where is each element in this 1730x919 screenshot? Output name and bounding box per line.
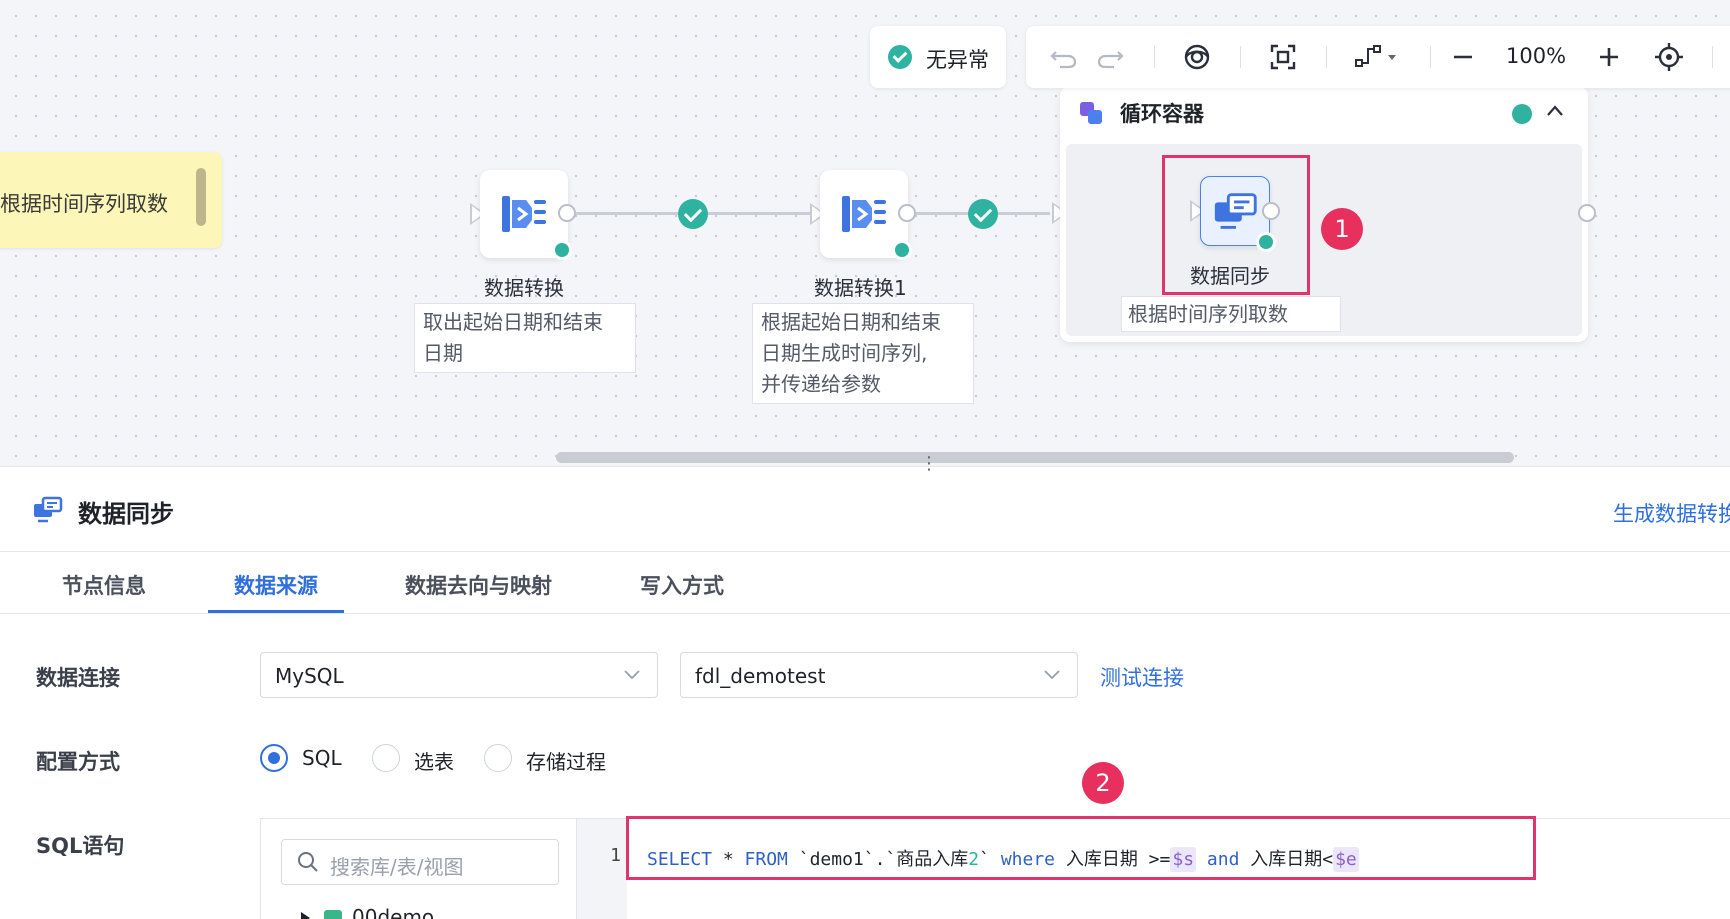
- toolbar-divider: [1430, 46, 1431, 68]
- tab-write-mode[interactable]: 写入方式: [640, 570, 724, 600]
- sticky-note-handle[interactable]: [196, 168, 206, 226]
- node-status-dot: [892, 240, 912, 260]
- canvas-horizontal-scrollbar[interactable]: [556, 452, 1514, 463]
- canvas-toolbar: 100%: [1026, 26, 1730, 88]
- sticky-note[interactable]: 根据时间序列取数: [0, 152, 222, 248]
- node-description-line: 日期: [423, 341, 463, 365]
- node-description: 取出起始日期和结束 日期: [414, 303, 636, 373]
- test-connection-link[interactable]: 测试连接: [1100, 662, 1184, 692]
- radio-stored-procedure-label[interactable]: 存储过程: [526, 746, 606, 775]
- highlight-box-sql: [626, 816, 1536, 880]
- edge-success-icon: [968, 199, 998, 229]
- toolbar-divider: [1154, 46, 1155, 68]
- output-port[interactable]: [898, 204, 916, 222]
- node-description-line: 取出起始日期和结束: [423, 310, 603, 334]
- tab-data-source[interactable]: 数据来源: [234, 570, 318, 600]
- db-type-value: MySQL: [275, 664, 344, 688]
- line-number: 1: [610, 845, 621, 866]
- editor-gutter: 1: [577, 819, 627, 919]
- loop-container-icon: [1080, 102, 1102, 124]
- data-transform-icon: [842, 196, 886, 232]
- output-port[interactable]: [558, 204, 576, 222]
- db-tree-pane: 搜索库/表/视图 00demo: [260, 818, 576, 919]
- redo-icon[interactable]: [1094, 40, 1128, 74]
- loop-container-title: 循环容器: [1120, 102, 1204, 126]
- tree-item-label: 00demo: [352, 905, 435, 919]
- chevron-up-icon[interactable]: [1546, 102, 1564, 120]
- radio-select-table-label[interactable]: 选表: [414, 746, 454, 775]
- tab-node-info[interactable]: 节点信息: [62, 570, 146, 600]
- node-name: 数据转换: [484, 276, 564, 300]
- data-connection-label: 数据连接: [36, 666, 120, 690]
- active-tab-indicator: [208, 610, 344, 613]
- splitter-grip-icon[interactable]: ⋮: [920, 455, 939, 473]
- chevron-down-icon: [1044, 670, 1060, 680]
- check-circle-icon: [888, 45, 912, 69]
- caret-right-icon[interactable]: [301, 912, 310, 919]
- panel-title: 数据同步: [78, 500, 174, 528]
- chevron-down-icon: [624, 670, 640, 680]
- zoom-level: 100%: [1506, 44, 1567, 68]
- tree-item-database[interactable]: 00demo: [301, 905, 434, 919]
- sticky-note-text: 根据时间序列取数: [0, 192, 168, 216]
- fit-view-icon[interactable]: [1266, 40, 1300, 74]
- loop-container[interactable]: 循环容器 数据同步 根据时间序列取数: [1060, 86, 1596, 342]
- step-badge: 2: [1082, 762, 1124, 804]
- loop-output-port[interactable]: [1578, 204, 1596, 222]
- zoom-out-icon[interactable]: [1446, 40, 1480, 74]
- search-icon: [298, 852, 318, 872]
- connector-style-icon[interactable]: [1352, 40, 1402, 74]
- data-sync-icon: [34, 496, 63, 523]
- radio-sql-label[interactable]: SQL: [302, 746, 342, 770]
- radio-select-table[interactable]: [372, 744, 400, 772]
- database-select[interactable]: fdl_demotest: [680, 652, 1078, 698]
- node-status-dot: [552, 240, 572, 260]
- radio-stored-procedure[interactable]: [484, 744, 512, 772]
- database-icon: [324, 910, 342, 919]
- radio-sql[interactable]: [260, 744, 288, 772]
- node-description-line: 日期生成时间序列,: [761, 341, 928, 365]
- loop-status-dot: [1512, 104, 1532, 124]
- flow-canvas[interactable]: 根据时间序列取数 数据转换 取出起始日期和结束 日期 数据转换1 根据起始日期和…: [0, 0, 1730, 466]
- panel-splitter[interactable]: [0, 466, 1730, 467]
- panel-tabs: 节点信息 数据来源 数据去向与映射 写入方式: [0, 552, 1730, 614]
- node-description: 根据时间序列取数: [1121, 296, 1341, 332]
- validation-status[interactable]: 无异常: [870, 26, 1006, 88]
- node-name: 数据转换1: [814, 276, 907, 300]
- edge-success-icon: [678, 199, 708, 229]
- tab-data-target-mapping[interactable]: 数据去向与映射: [405, 570, 552, 600]
- data-transform-icon: [502, 196, 546, 232]
- node-description-line: 并传递给参数: [761, 372, 881, 396]
- panel-header: 数据同步 生成数据转换: [0, 474, 1730, 552]
- node-description-line: 根据时间序列取数: [1128, 302, 1288, 326]
- tree-search-placeholder: 搜索库/表/视图: [330, 855, 464, 879]
- tree-search-input[interactable]: 搜索库/表/视图: [281, 839, 559, 885]
- node-description-line: 根据起始日期和结束: [761, 310, 941, 334]
- highlight-box-node: [1162, 155, 1310, 295]
- toolbar-divider: [1712, 46, 1713, 68]
- node-description: 根据起始日期和结束 日期生成时间序列, 并传递给参数: [752, 303, 974, 404]
- undo-icon[interactable]: [1046, 40, 1080, 74]
- validation-status-text: 无异常: [926, 48, 989, 72]
- db-type-select[interactable]: MySQL: [260, 652, 658, 698]
- toolbar-divider: [1326, 46, 1327, 68]
- locate-icon[interactable]: [1652, 40, 1686, 74]
- database-value: fdl_demotest: [695, 664, 826, 688]
- zoom-in-icon[interactable]: [1592, 40, 1626, 74]
- sql-statement-label: SQL语句: [36, 834, 125, 858]
- step-badge: 1: [1321, 208, 1363, 250]
- preview-eye-icon[interactable]: [1180, 40, 1214, 74]
- generate-transform-link[interactable]: 生成数据转换: [1613, 498, 1730, 528]
- toolbar-divider: [1240, 46, 1241, 68]
- config-mode-label: 配置方式: [36, 750, 120, 774]
